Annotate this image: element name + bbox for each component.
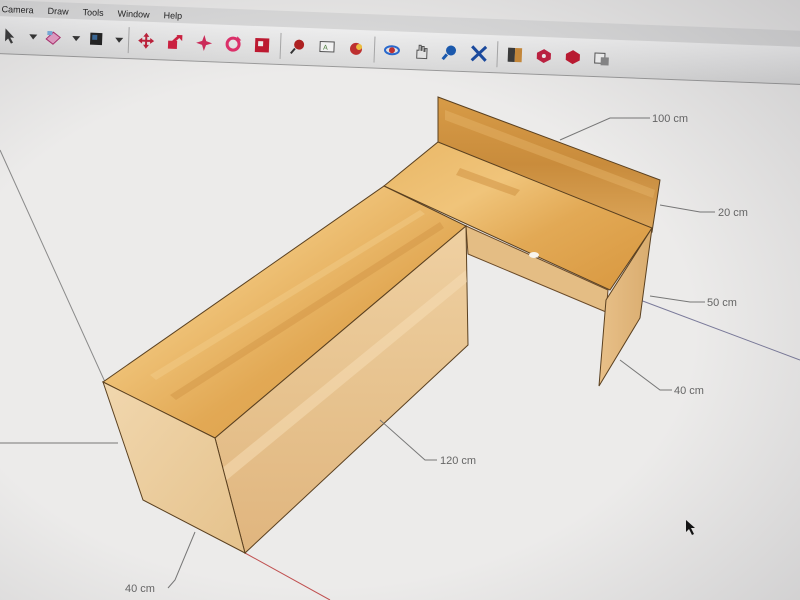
materials-icon[interactable] <box>561 45 584 68</box>
move-icon[interactable] <box>135 29 158 52</box>
svg-text:A: A <box>323 44 328 51</box>
menu-item-help[interactable]: Help <box>163 10 182 21</box>
follow-me-icon[interactable] <box>222 32 245 55</box>
dimension-leg-width[interactable]: 40 cm <box>619 359 704 397</box>
menu-item-camera[interactable]: Camera <box>1 4 33 15</box>
eraser-icon[interactable] <box>42 25 65 48</box>
menu-item-draw[interactable]: Draw <box>47 6 68 17</box>
dimension-backrest-length[interactable]: 100 cm <box>559 113 688 141</box>
dimension-backrest-height[interactable]: 20 cm <box>659 204 748 219</box>
scale-icon[interactable] <box>251 33 274 56</box>
model-info-icon[interactable] <box>532 44 555 67</box>
toolbar-separator <box>279 32 282 59</box>
axis-line-blue <box>639 299 800 361</box>
axes-icon[interactable] <box>345 37 368 60</box>
paint-bucket-icon[interactable] <box>85 27 108 50</box>
svg-text:120 cm: 120 cm <box>440 455 476 467</box>
dropdown-chevron-icon[interactable] <box>71 26 82 48</box>
axis-line-red <box>244 552 331 600</box>
drawing-viewport[interactable]: 100 cm 20 cm 50 cm 40 cm 120 cm 40 cm <box>0 0 800 600</box>
pan-icon[interactable] <box>410 39 433 62</box>
dimension-bench-length[interactable]: 120 cm <box>379 419 476 467</box>
mouse-cursor-icon <box>686 520 695 535</box>
zoom-extents-icon[interactable] <box>468 42 491 65</box>
sketchup-window: 100 cm 20 cm 50 cm 40 cm 120 cm 40 cm Ca… <box>0 0 800 600</box>
svg-text:50 cm: 50 cm <box>707 297 737 309</box>
toolbar-separator <box>127 26 130 53</box>
toolbar-separator <box>496 40 499 67</box>
orbit-icon[interactable] <box>381 38 404 61</box>
svg-text:100 cm: 100 cm <box>652 113 688 125</box>
menu-item-tools[interactable]: Tools <box>82 7 103 18</box>
svg-text:40 cm: 40 cm <box>125 583 155 595</box>
zoom-icon[interactable] <box>439 41 462 64</box>
push-pull-icon[interactable] <box>164 30 187 53</box>
dropdown-chevron-icon[interactable] <box>114 28 125 50</box>
dropdown-chevron-icon[interactable] <box>28 25 39 47</box>
components-icon[interactable] <box>590 46 613 69</box>
select-arrow-icon[interactable] <box>0 24 22 47</box>
section-plane-icon[interactable] <box>503 43 526 66</box>
toolbar-separator <box>373 36 376 63</box>
text-icon[interactable]: A <box>316 36 339 59</box>
svg-text:20 cm: 20 cm <box>718 207 748 219</box>
dimension-bench-width[interactable]: 40 cm <box>125 531 196 595</box>
apron-hole <box>529 252 539 258</box>
rotate-icon[interactable] <box>193 31 216 54</box>
dimension-seat-depth[interactable]: 50 cm <box>649 295 737 309</box>
axis-line-green <box>0 149 106 383</box>
menu-item-window[interactable]: Window <box>117 9 149 20</box>
tape-measure-icon[interactable] <box>287 35 310 58</box>
svg-text:40 cm: 40 cm <box>674 385 704 397</box>
